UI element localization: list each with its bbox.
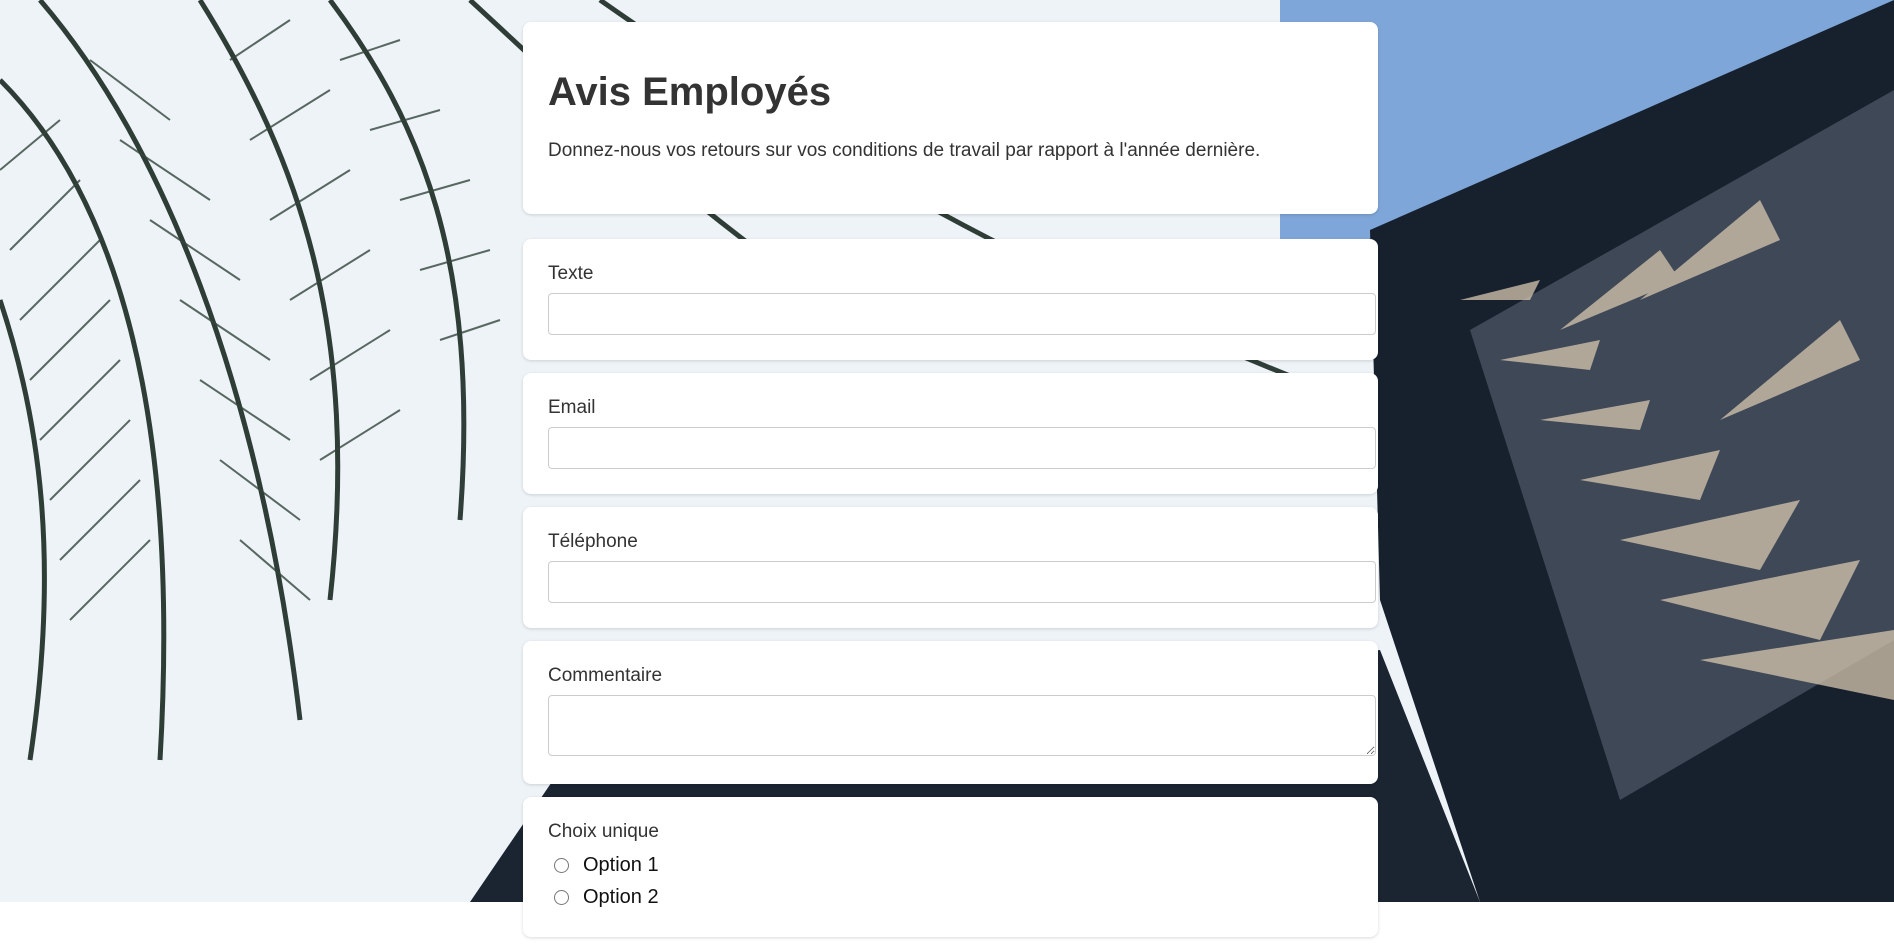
form-description: Donnez-nous vos retours sur vos conditio… [548,140,1261,161]
telephone-label: Téléphone [548,531,638,552]
field-card-texte: Texte [523,239,1378,360]
radio-option-2-input[interactable] [554,889,569,905]
choix-unique-label: Choix unique [548,821,659,842]
texte-label: Texte [548,263,594,284]
radio-option-1-label: Option 1 [583,853,659,876]
radio-option-1-input[interactable] [554,857,569,873]
email-input[interactable] [548,427,1376,469]
form-container: Avis Employés Donnez-nous vos retours su… [523,22,1378,950]
field-card-choix-unique: Choix unique Option 1 Option 2 [523,797,1378,937]
radio-option-2[interactable]: Option 2 [548,881,1353,913]
field-card-email: Email [523,373,1378,494]
texte-input[interactable] [548,293,1376,335]
form-header-card: Avis Employés Donnez-nous vos retours su… [523,22,1378,214]
commentaire-textarea[interactable] [548,695,1376,756]
email-label: Email [548,397,596,418]
radio-option-1[interactable]: Option 1 [548,849,1353,881]
form-title: Avis Employés [548,70,832,114]
telephone-input[interactable] [548,561,1376,603]
commentaire-label: Commentaire [548,665,663,686]
radio-option-2-label: Option 2 [583,885,659,908]
field-card-commentaire: Commentaire [523,641,1378,784]
field-card-telephone: Téléphone [523,507,1378,628]
